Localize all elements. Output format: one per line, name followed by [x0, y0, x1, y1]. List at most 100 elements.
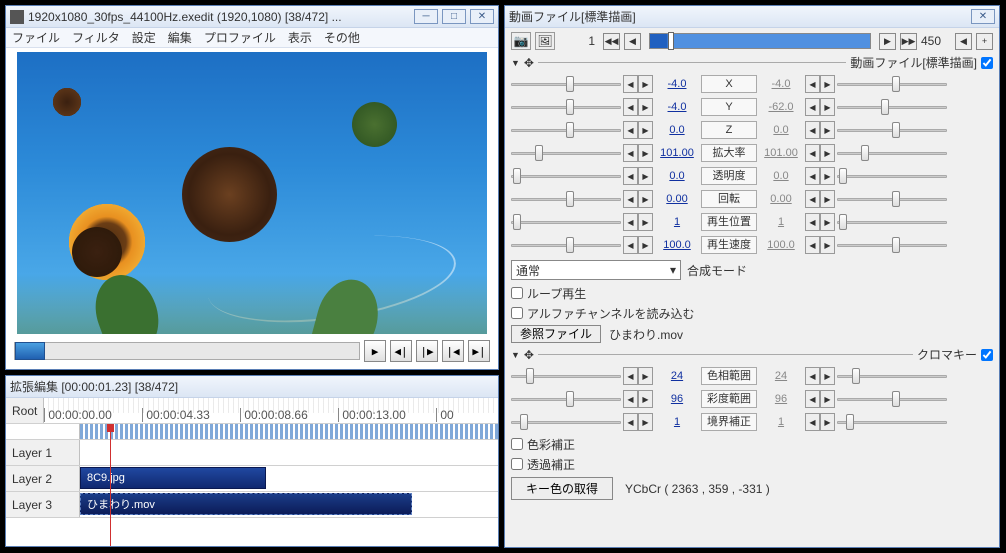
param-slider-left[interactable] [511, 212, 621, 232]
param-value-right[interactable]: 1 [759, 416, 803, 428]
param-name-button[interactable]: Z [701, 121, 757, 139]
param-name-button[interactable]: 回転 [701, 190, 757, 208]
play-button[interactable]: ▶ [364, 340, 386, 362]
step-right-inc[interactable]: ▶ [820, 413, 835, 431]
video-preview[interactable] [17, 52, 487, 334]
step-left-dec[interactable]: ◀ [623, 75, 638, 93]
param-value-right[interactable]: -62.0 [759, 101, 803, 113]
playhead[interactable] [110, 424, 111, 546]
step-left-dec[interactable]: ◀ [623, 121, 638, 139]
step-right-dec[interactable]: ◀ [805, 190, 820, 208]
param-value-right[interactable]: 0.0 [759, 170, 803, 182]
param-slider-right[interactable] [837, 166, 947, 186]
frame-next-button[interactable]: ▶ [879, 33, 896, 50]
step-left-inc[interactable]: ▶ [638, 121, 653, 139]
timeline-ruler[interactable]: Root 00:00:00.00 00:00:04.33 00:00:08.66… [6, 398, 498, 424]
step-left-inc[interactable]: ▶ [638, 75, 653, 93]
step-left-inc[interactable]: ▶ [638, 236, 653, 254]
param-value-left[interactable]: 101.00 [655, 147, 699, 159]
root-label[interactable]: Root [6, 398, 44, 423]
main-titlebar[interactable]: 1920x1080_30fps_44100Hz.exedit (1920,108… [6, 6, 498, 28]
step-right-dec[interactable]: ◀ [805, 390, 820, 408]
param-value-left[interactable]: 100.0 [655, 239, 699, 251]
step-right-inc[interactable]: ▶ [820, 121, 835, 139]
timeline-body[interactable]: Root 00:00:00.00 00:00:04.33 00:00:08.66… [6, 398, 498, 546]
step-left-dec[interactable]: ◀ [623, 98, 638, 116]
timeline-titlebar[interactable]: 拡張編集 [00:00:01.23] [38/472] [6, 376, 498, 398]
color-correct-check[interactable] [511, 438, 523, 450]
param-name-button[interactable]: 再生速度 [701, 236, 757, 254]
frame-minus-button[interactable]: ◀ [955, 33, 972, 50]
ref-file-button[interactable]: 参照ファイル [511, 325, 601, 343]
param-value-left[interactable]: -4.0 [655, 78, 699, 90]
menu-view[interactable]: 表示 [288, 29, 312, 46]
step-left-inc[interactable]: ▶ [638, 413, 653, 431]
step-left-dec[interactable]: ◀ [623, 390, 638, 408]
param-name-button[interactable]: 境界補正 [701, 413, 757, 431]
blend-mode-select[interactable]: 通常▾ [511, 260, 681, 280]
param-value-right[interactable]: 100.0 [759, 239, 803, 251]
step-left-dec[interactable]: ◀ [623, 236, 638, 254]
timeline-layer-row[interactable]: Layer 28C9.jpg [6, 466, 498, 492]
anchor-icon[interactable]: ✥ [524, 56, 534, 70]
collapse-icon[interactable]: ▼ [511, 350, 520, 360]
param-value-right[interactable]: 0.00 [759, 193, 803, 205]
param-name-button[interactable]: 色相範囲 [701, 367, 757, 385]
timeline-clip[interactable]: ひまわり.mov [80, 493, 412, 515]
anchor-icon[interactable]: ✥ [524, 348, 534, 362]
goto-end-button[interactable]: ▶| [468, 340, 490, 362]
step-right-dec[interactable]: ◀ [805, 144, 820, 162]
param-slider-left[interactable] [511, 366, 621, 386]
scrub-bar[interactable] [14, 342, 360, 360]
param-value-left[interactable]: 1 [655, 216, 699, 228]
step-right-dec[interactable]: ◀ [805, 213, 820, 231]
param-slider-right[interactable] [837, 97, 947, 117]
step-left-dec[interactable]: ◀ [623, 144, 638, 162]
param-name-button[interactable]: 透明度 [701, 167, 757, 185]
step-right-dec[interactable]: ◀ [805, 167, 820, 185]
param-slider-left[interactable] [511, 235, 621, 255]
root-track-row[interactable] [6, 424, 498, 440]
menu-edit[interactable]: 編集 [168, 29, 192, 46]
param-name-button[interactable]: 再生位置 [701, 213, 757, 231]
alpha-check[interactable] [511, 307, 523, 319]
timeline-clip[interactable]: 8C9.jpg [80, 467, 266, 489]
trans-correct-check[interactable] [511, 458, 523, 470]
timeline-layer-row[interactable]: Layer 1 [6, 440, 498, 466]
frame-slider[interactable] [649, 33, 871, 49]
step-right-inc[interactable]: ▶ [820, 98, 835, 116]
layer-track[interactable]: 8C9.jpg [80, 466, 498, 491]
image-icon[interactable]: 🖼 [535, 32, 555, 50]
layer-track[interactable]: ひまわり.mov [80, 492, 498, 517]
layer-label[interactable]: Layer 2 [6, 466, 80, 491]
param-slider-right[interactable] [837, 120, 947, 140]
step-right-inc[interactable]: ▶ [820, 190, 835, 208]
step-left-dec[interactable]: ◀ [623, 367, 638, 385]
param-slider-right[interactable] [837, 143, 947, 163]
param-value-left[interactable]: 0.00 [655, 193, 699, 205]
maximize-button[interactable]: □ [442, 9, 466, 24]
param-slider-right[interactable] [837, 74, 947, 94]
param-value-right[interactable]: 1 [759, 216, 803, 228]
menu-other[interactable]: その他 [324, 29, 360, 46]
step-right-dec[interactable]: ◀ [805, 98, 820, 116]
step-left-inc[interactable]: ▶ [638, 190, 653, 208]
param-name-button[interactable]: Y [701, 98, 757, 116]
param-slider-right[interactable] [837, 412, 947, 432]
step-right-dec[interactable]: ◀ [805, 75, 820, 93]
param-name-button[interactable]: 彩度範囲 [701, 390, 757, 408]
step-right-inc[interactable]: ▶ [820, 167, 835, 185]
step-left-dec[interactable]: ◀ [623, 413, 638, 431]
menu-filter[interactable]: フィルタ [72, 29, 120, 46]
step-right-dec[interactable]: ◀ [805, 236, 820, 254]
param-slider-right[interactable] [837, 235, 947, 255]
step-left-inc[interactable]: ▶ [638, 167, 653, 185]
step-left-inc[interactable]: ▶ [638, 213, 653, 231]
frame-prev-button[interactable]: ◀ [624, 33, 641, 50]
step-right-dec[interactable]: ◀ [805, 121, 820, 139]
layer-label[interactable]: Layer 1 [6, 440, 80, 465]
step-left-inc[interactable]: ▶ [638, 367, 653, 385]
section-chromakey[interactable]: ▼ ✥ クロマキー [511, 346, 993, 363]
step-right-inc[interactable]: ▶ [820, 144, 835, 162]
param-slider-left[interactable] [511, 166, 621, 186]
